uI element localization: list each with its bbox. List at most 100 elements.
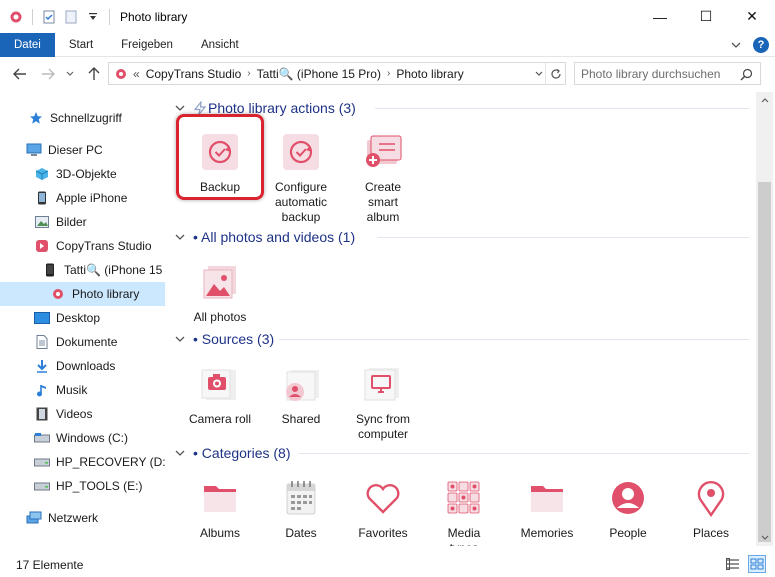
breadcrumb-photo-library[interactable]: Photo library [396,67,463,81]
sidebar-item-apple-iphone[interactable]: Apple iPhone [0,186,165,210]
group-divider [299,453,749,454]
tile-people[interactable]: People [588,474,668,541]
forward-button[interactable] [36,62,60,86]
breadcrumb-chevron-icon[interactable]: › [387,68,390,79]
vertical-scrollbar[interactable] [756,92,773,546]
drive-icon [34,430,50,446]
albums-icon [196,474,244,522]
tile-configure-automatic-backup[interactable]: Configure automatic backup [261,128,341,225]
sidebar-item-desktop[interactable]: Desktop [0,306,165,330]
people-icon [604,474,652,522]
network-icon [26,510,42,526]
breadcrumb-chevron-icon[interactable]: › [247,68,250,79]
sidebar-item-videos[interactable]: Videos [0,402,165,426]
shared-icon [277,360,325,408]
sidebar-item-downloads[interactable]: Downloads [0,354,165,378]
address-dropdown-icon[interactable] [535,63,543,84]
help-button[interactable]: ? [753,37,769,53]
sidebar-item-label: HP_RECOVERY (D:) [56,455,165,469]
sidebar-item-label: Tatti🔍 (iPhone 15 P [64,263,165,277]
group-header-all-photos[interactable]: • All photos and videos (1) [173,226,355,248]
sidebar-item-copytrans-studio[interactable]: CopyTrans Studio [0,234,165,258]
sidebar-item-iphone-device[interactable]: Tatti🔍 (iPhone 15 P [0,258,165,282]
smart-album-icon [359,128,407,176]
up-button[interactable] [82,62,106,86]
tile-camera-roll[interactable]: Camera roll [180,360,260,427]
minimize-button[interactable]: — [637,0,683,33]
sidebar-item-schnellzugriff[interactable]: Schnellzugriff [0,106,165,130]
tile-dates[interactable]: Dates [261,474,341,541]
group-header-categories[interactable]: • Categories (8) [173,442,291,464]
tile-label: Dates [285,526,317,540]
tile-create-smart-album[interactable]: Create smart album [343,128,423,225]
sidebar-item-hp-tools[interactable]: HP_TOOLS (E:) [0,474,165,498]
sidebar-item-musik[interactable]: Musik [0,378,165,402]
tile-label: Favorites [358,526,408,540]
collapse-chevron-icon[interactable] [173,450,187,457]
sidebar-item-label: Downloads [56,359,116,373]
collapse-chevron-icon[interactable] [173,234,187,241]
memories-icon [523,474,571,522]
tab-datei[interactable]: Datei [0,32,55,57]
download-icon [34,358,50,374]
sidebar-item-netzwerk[interactable]: Netzwerk [0,506,165,530]
desktop-icon [34,310,50,326]
search-icon[interactable] [740,68,769,84]
dates-icon [277,474,325,522]
details-view-icon[interactable] [725,556,741,572]
collapse-chevron-icon[interactable] [173,105,187,112]
media-types-icon [440,474,488,522]
star-icon [28,110,44,126]
customize-toolbar-icon[interactable] [85,9,101,25]
close-button[interactable]: ✕ [729,0,775,33]
group-title: • All photos and videos (1) [193,229,356,245]
expand-ribbon-icon[interactable] [731,38,741,52]
sidebar-item-label: Desktop [56,311,101,325]
tile-albums[interactable]: Albums [180,474,260,541]
breadcrumb-copytrans-studio[interactable]: CopyTrans Studio [146,67,242,81]
tile-places[interactable]: Places [671,474,751,541]
tile-all-photos[interactable]: All photos [180,258,260,325]
tile-media-types[interactable]: Media types [424,474,504,546]
search-input[interactable]: Photo library durchsuchen [574,62,761,85]
refresh-button[interactable] [545,63,565,84]
content-pane: Photo library actions (3) Backup Configu… [167,92,756,546]
tile-backup[interactable]: Backup [180,128,260,195]
scroll-down-icon[interactable] [756,529,773,546]
tiles-view-icon[interactable] [748,555,766,573]
sidebar-item-windows-c[interactable]: Windows (C:) [0,426,165,450]
sidebar-item-hp-recovery[interactable]: HP_RECOVERY (D:) [0,450,165,474]
scroll-up-icon[interactable] [756,92,773,109]
new-folder-icon[interactable] [63,9,79,25]
backup-icon [196,128,244,176]
sidebar-item-label: Netzwerk [48,511,99,525]
recent-locations-button[interactable] [58,62,82,86]
sidebar-item-label: Apple iPhone [56,191,128,205]
sidebar-item-3d-objekte[interactable]: 3D-Objekte [0,162,165,186]
scrollbar-thumb[interactable] [758,182,771,542]
group-header-sources[interactable]: • Sources (3) [173,328,274,350]
tile-favorites[interactable]: Favorites [343,474,423,541]
maximize-button[interactable]: ☐ [683,0,729,33]
tab-start[interactable]: Start [55,33,107,57]
sidebar-item-dieser-pc[interactable]: Dieser PC [0,138,165,162]
sidebar-item-photo-library[interactable]: Photo library [0,282,165,306]
properties-icon[interactable] [41,9,57,25]
tab-ansicht[interactable]: Ansicht [187,33,253,57]
sidebar-item-label: Bilder [56,215,87,229]
breadcrumb-iphone[interactable]: Tatti🔍 (iPhone 15 Pro) [257,67,381,81]
tile-sync-from-computer[interactable]: Sync from computer [343,360,423,442]
sidebar-item-dokumente[interactable]: Dokumente [0,330,165,354]
sidebar-item-label: Schnellzugriff [50,111,122,125]
back-button[interactable] [8,62,32,86]
group-divider [375,108,749,109]
sidebar-item-bilder[interactable]: Bilder [0,210,165,234]
app-icon[interactable] [8,9,24,25]
status-bar: 17 Elemente [0,552,775,577]
address-bar[interactable]: « CopyTrans Studio › Tatti🔍 (iPhone 15 P… [108,62,566,85]
tile-memories[interactable]: Memories [507,474,587,541]
tile-shared[interactable]: Shared [261,360,341,427]
breadcrumb-overflow[interactable]: « [133,67,140,81]
tab-freigeben[interactable]: Freigeben [107,33,187,57]
collapse-chevron-icon[interactable] [173,336,187,343]
